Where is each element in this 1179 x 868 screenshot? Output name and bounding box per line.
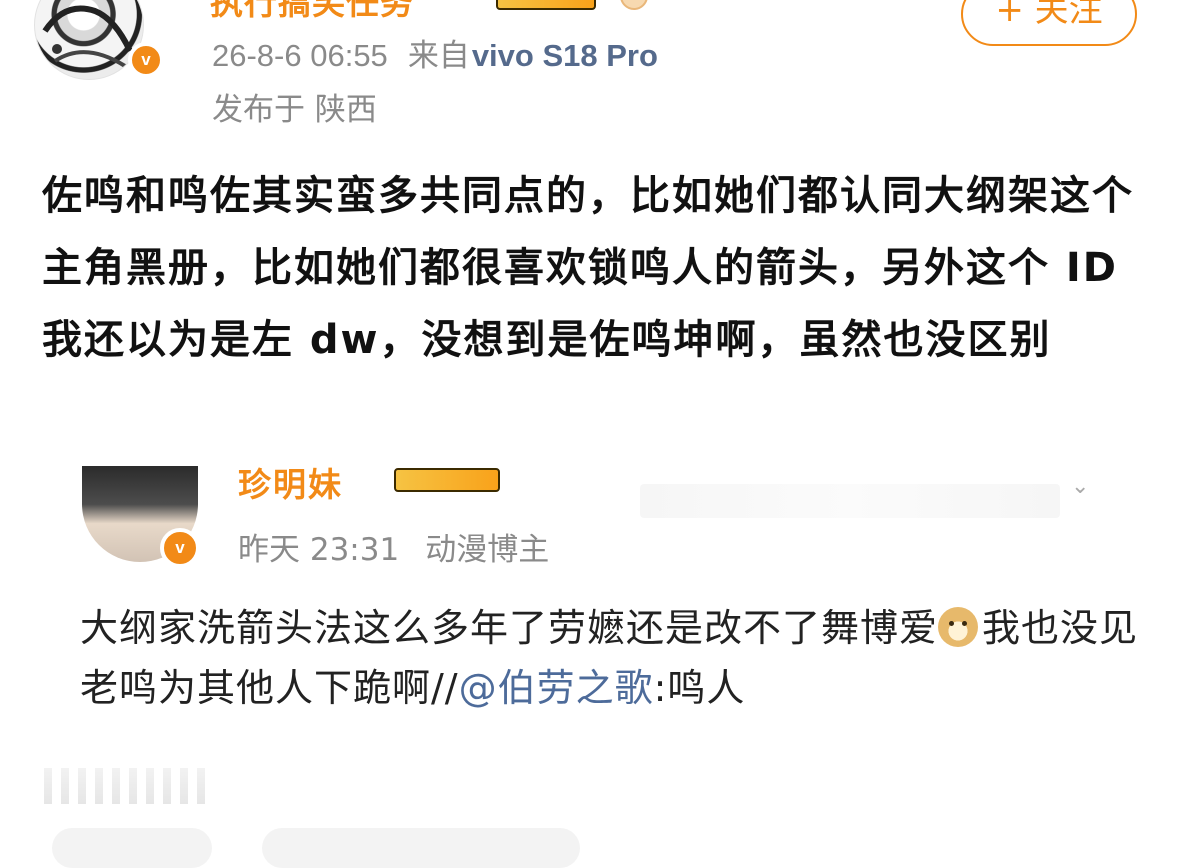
repost-time: 昨天 23:31 [238,532,400,568]
repost-verified-badge-icon: v [160,528,200,568]
source-prefix: 来自 [407,38,470,73]
repost-author-role: 动漫博主 [425,532,550,568]
blurred-placeholder [44,768,234,804]
avatar-illustration [42,5,133,68]
post-meta: 26-8-6 06:55 来自vivo S18 Pro [212,30,658,75]
repost-body-text: 大纲家洗箭头法这么多年了劳嬷还是改不了舞博爱 我也没见老鸣为其他人下跪啊//@伯劳… [80,598,1140,718]
action-pill[interactable] [52,828,212,868]
post-timestamp: 26-8-6 06:55 [212,38,388,73]
doge-emoji-icon [938,607,979,647]
repost-text-part1: 大纲家洗箭头法这么多年了劳嬷还是改不了舞博爱 [80,606,939,650]
repost-member-level-icon [394,468,500,492]
chevron-down-icon[interactable]: ⌄ [1071,474,1089,499]
action-pill[interactable] [262,828,580,868]
fan-badge-icon [620,0,648,10]
post-body-text: 佐鸣和鸣佐其实蛮多共同点的，比如她们都认同大纲架这个主角黑册，比如她们都很喜欢锁… [42,173,1134,363]
repost-meta: 昨天 23:31 动漫博主 [238,524,549,569]
device-link[interactable]: vivo S18 Pro [472,38,658,73]
author-avatar[interactable] [34,0,144,80]
author-name[interactable]: 执行搞笑任务 [210,0,414,24]
verified-badge-icon: v [128,42,164,78]
mention-link[interactable]: @伯劳之歌 [459,666,654,710]
repost-text-part3: :鸣人 [653,666,746,710]
member-level-icon [496,0,596,10]
post-location: 发布于 陕西 [212,92,377,128]
follow-button[interactable]: + 关注 [961,0,1137,46]
repost-author-name[interactable]: 珍明妹 [238,458,343,506]
blurred-region [640,484,1060,518]
